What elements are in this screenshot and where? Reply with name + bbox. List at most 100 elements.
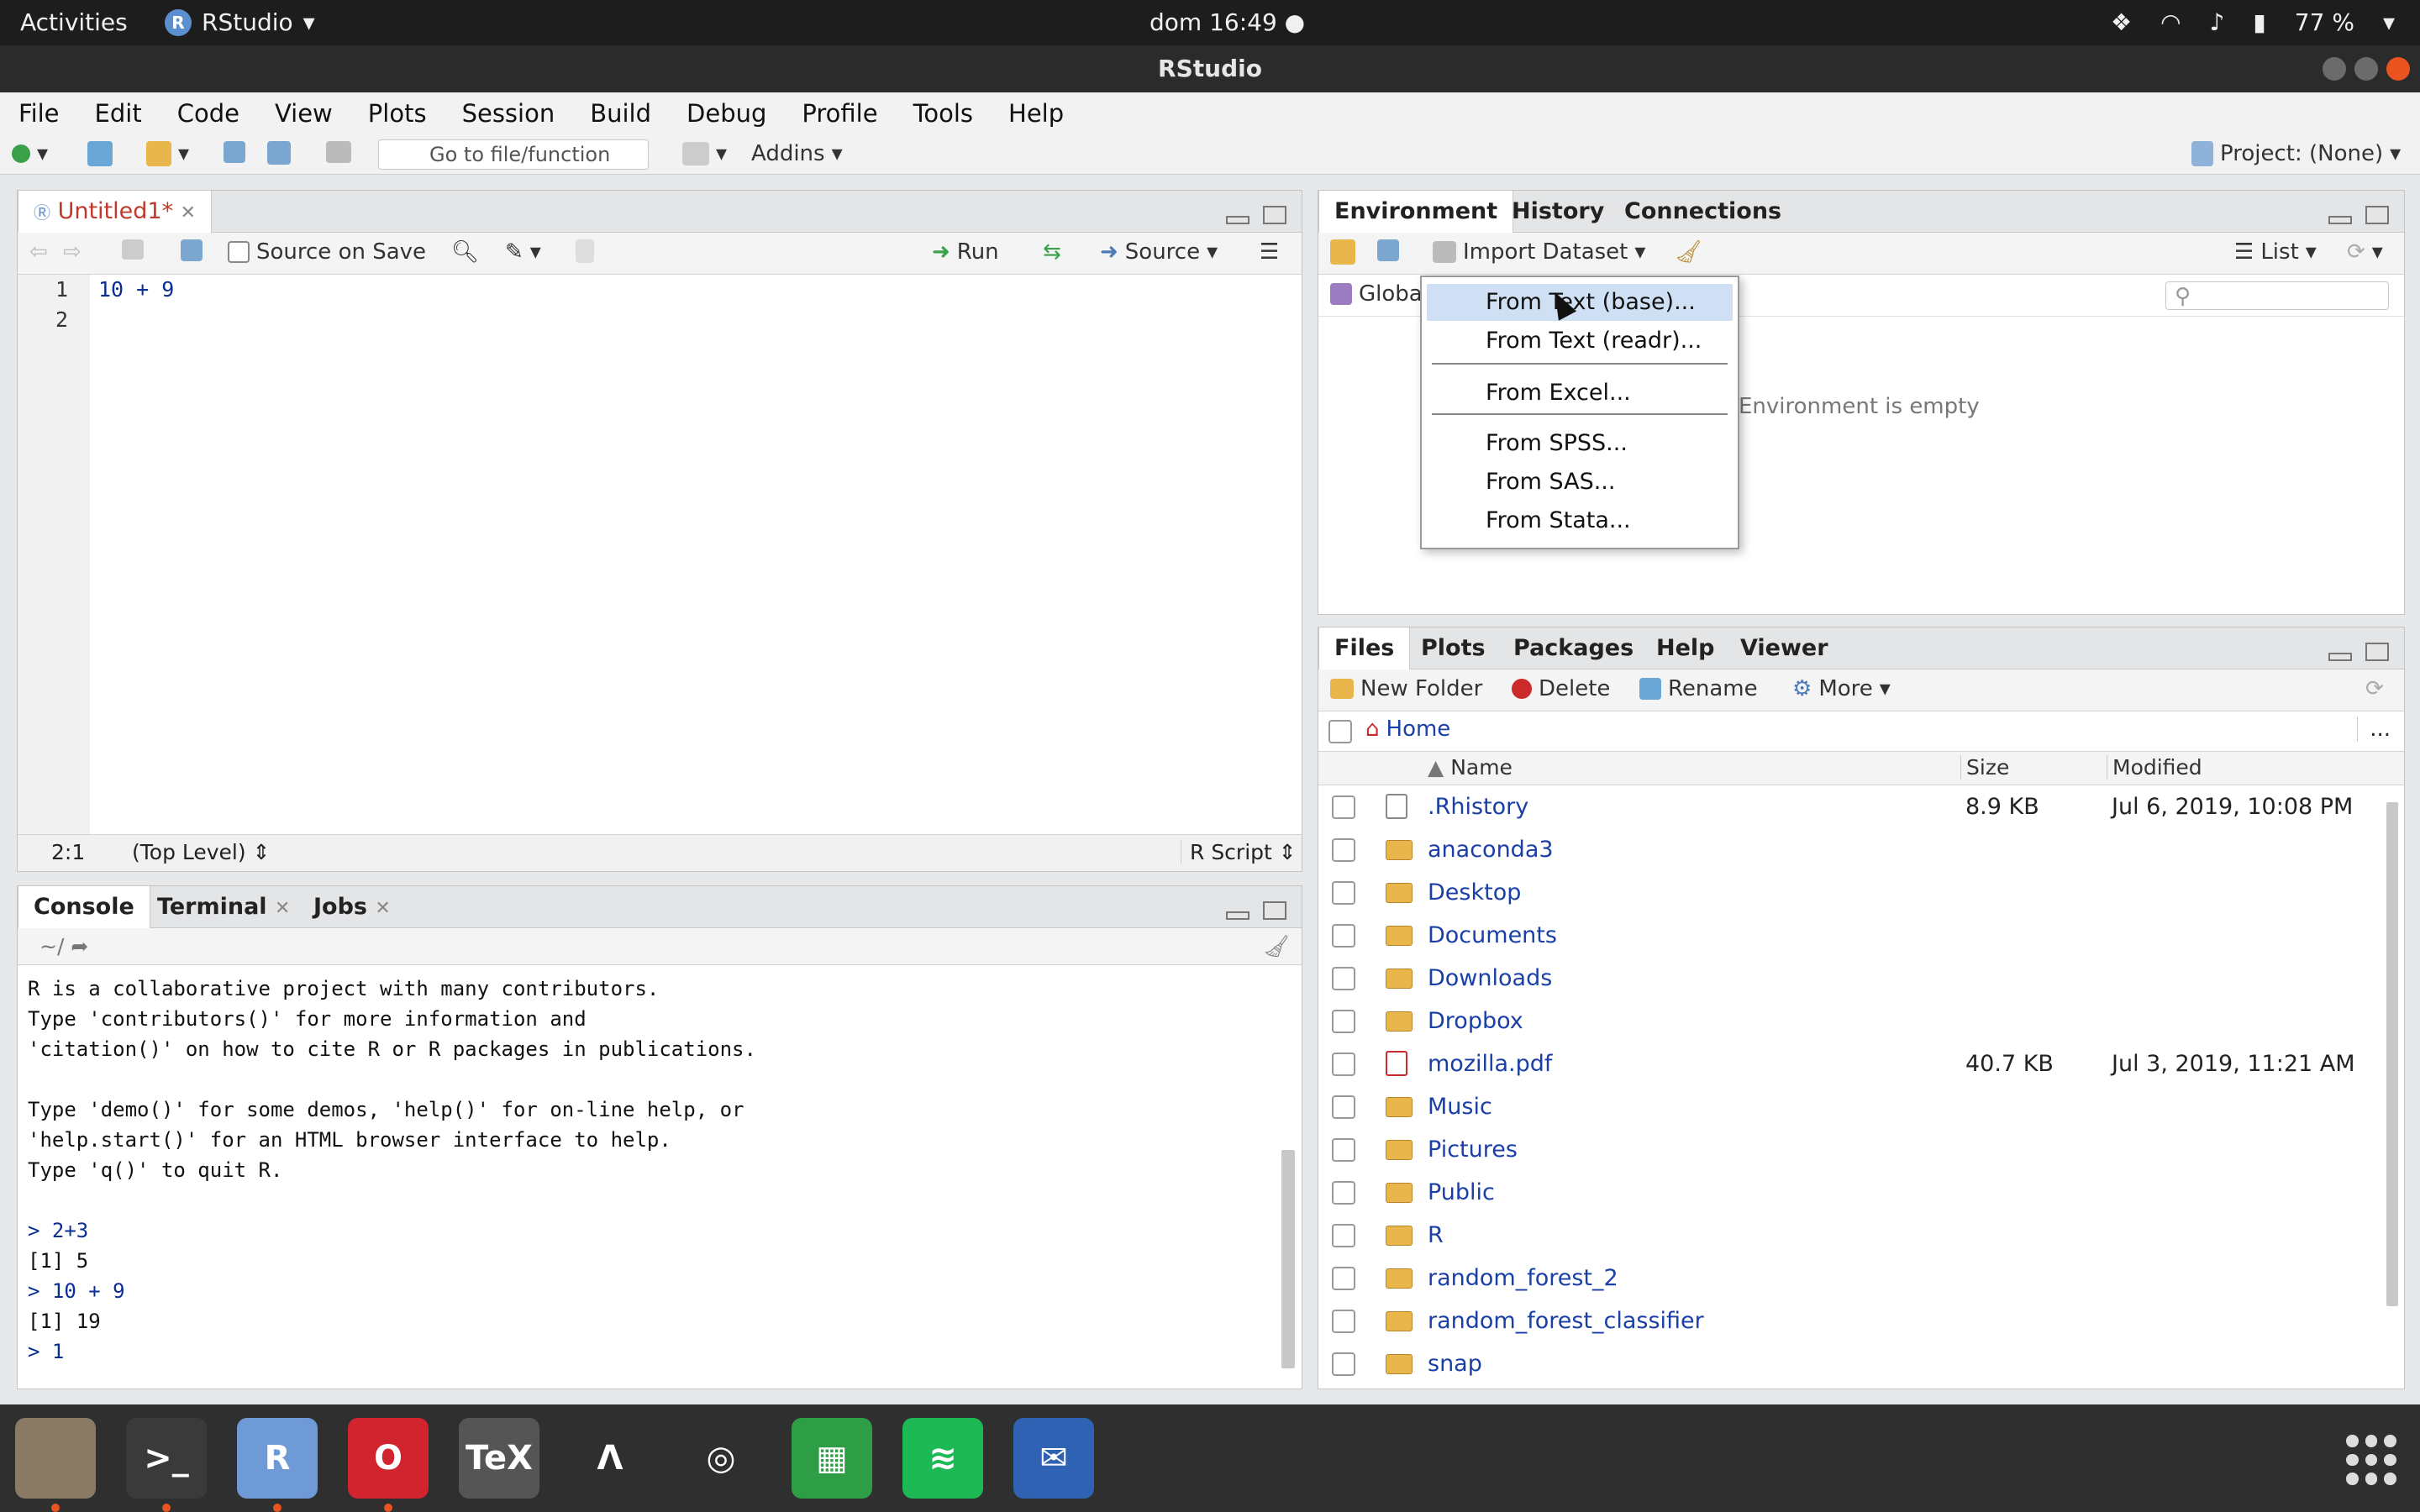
- tab-connections[interactable]: Connections: [1609, 191, 1797, 233]
- tab-environment[interactable]: Environment: [1318, 191, 1514, 233]
- delete-button[interactable]: Delete: [1512, 676, 1610, 701]
- save-button[interactable]: [224, 141, 245, 163]
- file-row[interactable]: Desktop: [1318, 871, 2379, 914]
- console-output[interactable]: R is a collaborative project with many c…: [28, 974, 1273, 1383]
- opera-icon[interactable]: O: [348, 1418, 429, 1499]
- go-to-directory-button[interactable]: ...: [2357, 717, 2391, 742]
- refresh-files-button[interactable]: ⟳: [2365, 676, 2384, 701]
- file-row[interactable]: Documents: [1318, 914, 2379, 957]
- menu-build[interactable]: Build: [590, 99, 651, 128]
- minimize-pane-button[interactable]: [1226, 911, 1249, 920]
- file-name-link[interactable]: Downloads: [1428, 965, 1552, 991]
- app-menu[interactable]: R RStudio ▾: [165, 8, 315, 36]
- modified-column-header[interactable]: Modified: [2107, 755, 2202, 780]
- rename-button[interactable]: Rename: [1639, 676, 1758, 701]
- environment-search-input[interactable]: ⚲: [2165, 281, 2389, 310]
- menu-file[interactable]: File: [18, 99, 60, 128]
- file-checkbox[interactable]: [1332, 1181, 1355, 1205]
- import-menu-item[interactable]: From Stata...: [1427, 502, 1733, 539]
- file-name-link[interactable]: anaconda3: [1428, 837, 1554, 863]
- find-replace-button[interactable]: 🔍︎: [451, 239, 479, 265]
- battery-icon[interactable]: ▮: [2253, 8, 2265, 36]
- file-row[interactable]: Dropbox: [1318, 1000, 2379, 1042]
- ubuntu-software-icon[interactable]: ◎: [681, 1418, 761, 1499]
- files-icon[interactable]: [15, 1418, 96, 1499]
- close-tab-icon[interactable]: ✕: [181, 202, 196, 223]
- close-tab-icon[interactable]: ✕: [375, 898, 390, 919]
- maximize-window-button[interactable]: [2354, 57, 2378, 81]
- tab-console[interactable]: Console: [18, 886, 150, 928]
- file-checkbox[interactable]: [1332, 1138, 1355, 1162]
- rerun-button[interactable]: ⇆: [1043, 239, 1061, 265]
- open-file-button[interactable]: ▾: [146, 141, 189, 166]
- tab-history[interactable]: History: [1497, 191, 1619, 233]
- wifi-icon[interactable]: ◠: [2160, 8, 2181, 36]
- thunderbird-icon[interactable]: ✉: [1013, 1418, 1094, 1499]
- file-checkbox[interactable]: [1332, 1010, 1355, 1033]
- file-checkbox[interactable]: [1332, 1267, 1355, 1290]
- minimize-pane-button[interactable]: [2328, 216, 2352, 224]
- minimize-pane-button[interactable]: [2328, 653, 2352, 661]
- file-type-selector[interactable]: R Script ⇕: [1181, 840, 1297, 864]
- editor-save-button[interactable]: [181, 239, 203, 261]
- new-file-button[interactable]: ▾: [12, 141, 48, 166]
- file-checkbox[interactable]: [1332, 1310, 1355, 1333]
- print-button[interactable]: [326, 141, 351, 163]
- show-applications-icon[interactable]: [2346, 1435, 2396, 1485]
- file-name-link[interactable]: R: [1428, 1222, 1444, 1248]
- working-directory[interactable]: ~/: [39, 934, 64, 958]
- file-name-link[interactable]: mozilla.pdf: [1428, 1051, 1552, 1077]
- tab-viewer[interactable]: Viewer: [1725, 627, 1844, 669]
- menu-edit[interactable]: Edit: [95, 99, 142, 128]
- import-dataset-button[interactable]: Import Dataset ▾: [1433, 239, 1645, 265]
- rstudio-icon[interactable]: R: [237, 1418, 318, 1499]
- menu-code[interactable]: Code: [177, 99, 239, 128]
- file-checkbox[interactable]: [1332, 1053, 1355, 1076]
- tab-jobs[interactable]: Jobs ✕: [298, 886, 406, 928]
- tab-untitled1[interactable]: Ⓡ Untitled1* ✕: [18, 191, 213, 233]
- system-menu-chevron-icon[interactable]: ▾: [2383, 8, 2395, 36]
- file-checkbox[interactable]: [1332, 1095, 1355, 1119]
- close-tab-icon[interactable]: ✕: [275, 898, 290, 919]
- import-menu-item[interactable]: From Text (readr)...: [1427, 323, 1733, 360]
- source-button[interactable]: ➜ Source ▾: [1100, 239, 1218, 265]
- save-workspace-button[interactable]: [1377, 239, 1399, 261]
- import-menu-item[interactable]: From SAS...: [1427, 464, 1733, 501]
- file-row[interactable]: Pictures: [1318, 1128, 2379, 1171]
- minimize-pane-button[interactable]: [1226, 216, 1249, 224]
- menu-tools[interactable]: Tools: [913, 99, 973, 128]
- file-name-link[interactable]: random_forest_2: [1428, 1265, 1618, 1291]
- show-in-window-button[interactable]: [122, 239, 144, 260]
- code-line[interactable]: [98, 305, 1302, 335]
- back-button[interactable]: ⇦: [29, 239, 48, 265]
- tab-plots[interactable]: Plots: [1406, 627, 1501, 669]
- file-row[interactable]: random_forest_classifier: [1318, 1299, 2379, 1342]
- refresh-environment-button[interactable]: ⟳ ▾: [2347, 239, 2383, 265]
- file-checkbox[interactable]: [1332, 967, 1355, 990]
- menu-view[interactable]: View: [275, 99, 333, 128]
- forward-button[interactable]: ⇨: [63, 239, 82, 265]
- volume-icon[interactable]: ♪: [2210, 8, 2225, 36]
- workspace-panes-button[interactable]: ▾: [682, 141, 727, 166]
- file-row[interactable]: .Rhistory 8.9 KB Jul 6, 2019, 10:08 PM: [1318, 785, 2379, 828]
- save-all-button[interactable]: [267, 141, 291, 165]
- dropbox-icon[interactable]: ❖: [2111, 8, 2132, 36]
- document-outline-button[interactable]: ☰: [1260, 239, 1279, 265]
- menu-session[interactable]: Session: [462, 99, 555, 128]
- file-row[interactable]: mozilla.pdf 40.7 KB Jul 3, 2019, 11:21 AM: [1318, 1042, 2379, 1085]
- compile-report-button[interactable]: [576, 239, 594, 263]
- clear-objects-button[interactable]: 🧹︎: [1675, 239, 1702, 265]
- import-menu-item[interactable]: From Text (base)...: [1427, 284, 1733, 321]
- console-scrollbar[interactable]: [1280, 974, 1297, 1383]
- file-name-link[interactable]: random_forest_classifier: [1428, 1308, 1704, 1334]
- file-name-link[interactable]: Desktop: [1428, 879, 1521, 906]
- file-row[interactable]: anaconda3: [1318, 828, 2379, 871]
- file-row[interactable]: Downloads: [1318, 957, 2379, 1000]
- new-folder-button[interactable]: New Folder: [1330, 676, 1482, 701]
- file-name-link[interactable]: Pictures: [1428, 1137, 1518, 1163]
- addins-menu[interactable]: Addins ▾: [751, 141, 843, 166]
- code-line[interactable]: 10 + 9: [98, 275, 1302, 305]
- load-workspace-button[interactable]: [1330, 239, 1355, 265]
- minimize-window-button[interactable]: [2323, 57, 2346, 81]
- view-mode-menu[interactable]: ☰ List ▾: [2234, 239, 2317, 265]
